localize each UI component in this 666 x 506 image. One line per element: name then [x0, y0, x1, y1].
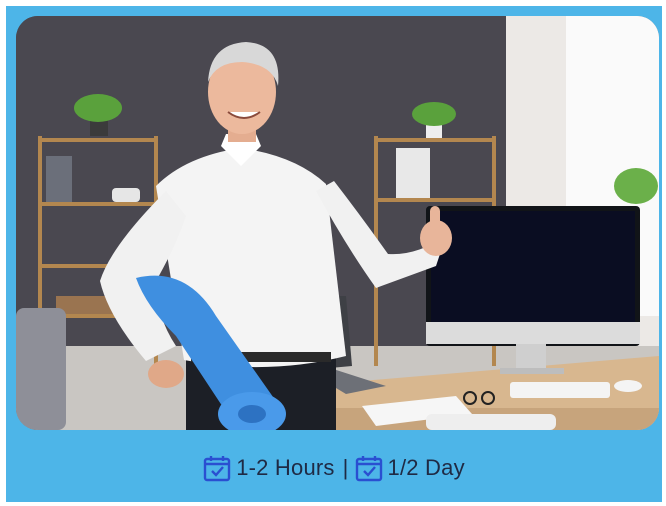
calendar-check-icon: [355, 454, 383, 482]
promo-card: 1-2 Hours | 1/2 Day: [6, 6, 662, 502]
duration-bar: 1-2 Hours | 1/2 Day: [6, 446, 662, 490]
calendar-check-icon: [203, 454, 231, 482]
duration-day: 1/2 Day: [387, 455, 465, 480]
duration-hours: 1-2 Hours: [236, 455, 335, 480]
duration-separator: |: [342, 455, 349, 480]
hero-photo: [16, 16, 659, 430]
